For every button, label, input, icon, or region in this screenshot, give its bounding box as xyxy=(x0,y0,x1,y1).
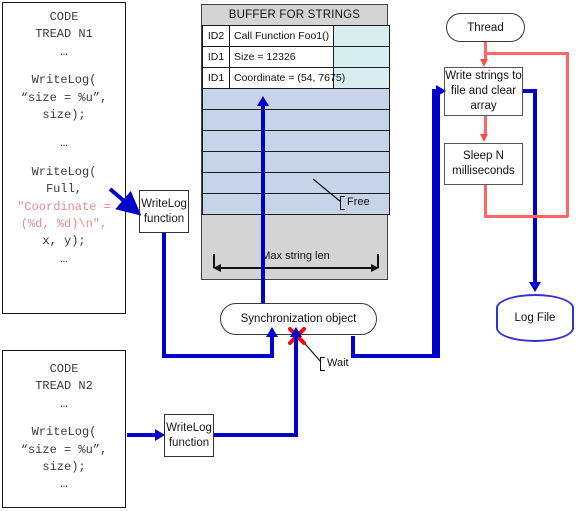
writelog-bottom-line2: function xyxy=(168,436,210,449)
sync-object-label: Synchronization object xyxy=(240,313,357,325)
code-thread1-call2-line2: Full, xyxy=(45,182,82,197)
code-spacer-2 xyxy=(3,124,125,135)
wait-label: Wait xyxy=(327,357,349,369)
buffer-row xyxy=(202,88,390,110)
buffer-row-free-space xyxy=(333,46,390,68)
buffer-row xyxy=(202,109,390,131)
buffer-row-id: ID2 xyxy=(202,25,230,47)
log-file-label: Log File xyxy=(514,312,556,324)
buffer-row-empty xyxy=(202,130,390,152)
writelog-top-line1: WriteLog xyxy=(141,198,187,211)
buffer-row-empty xyxy=(202,151,390,173)
sleep-step-box: Sleep N milliseconds xyxy=(444,143,523,185)
buffer-row xyxy=(202,130,390,152)
buffer-row-empty xyxy=(202,88,390,110)
conn-writelog-bottom-horizontal xyxy=(214,433,298,437)
conn-buffer-write-vertical xyxy=(261,105,265,303)
buffer-row: ID2 Call Function Foo1() xyxy=(202,25,390,47)
conn-write-to-sleep-arrowhead xyxy=(480,134,488,142)
code-thread1-call2-line4: (%d, %d)\n", xyxy=(20,216,108,231)
buffer-row-string: Size = 12326 xyxy=(229,46,334,68)
max-len-rule xyxy=(220,267,372,269)
write-strings-step-box: Write strings to file and clear array xyxy=(444,67,523,116)
code-thread2-ellipsis-1: … xyxy=(60,396,68,411)
code-spacer-1 xyxy=(3,61,125,72)
code-thread1-call1-line2: “size = %u”, xyxy=(20,90,108,105)
conn-code2-horizontal xyxy=(127,433,157,437)
free-callout: Free xyxy=(313,178,375,214)
conn-writelog-bottom-vertical xyxy=(294,336,298,436)
log-file-inner: Log File xyxy=(498,296,572,340)
writelog-bottom-line1: WriteLog xyxy=(166,422,212,435)
buffer-row-id: ID1 xyxy=(202,46,230,68)
conn-writelog-bottom-arrowhead xyxy=(290,327,302,337)
conn-loop-right-vertical xyxy=(566,52,569,217)
code-thread2-call1-line2: “size = %u”, xyxy=(20,442,108,457)
code-thread1-ellipsis-1: … xyxy=(60,44,68,59)
write-strings-line1: Write strings to xyxy=(445,70,522,83)
buffer-row: ID1 Size = 12326 xyxy=(202,46,390,68)
code-thread2-title-line1: CODE xyxy=(49,362,79,376)
conn-sync-left-riser xyxy=(270,336,274,358)
conn-sleep-exit-vertical xyxy=(484,185,487,217)
max-string-len-label: Max string len xyxy=(261,250,330,262)
buffer-row: ID1 Coordinate = (54, 7675) xyxy=(202,67,390,89)
code-thread-1-box: CODE TREAD N1 … WriteLog( “size = %u”, s… xyxy=(2,2,126,314)
conn-logfile-arrowhead xyxy=(529,282,541,292)
wait-bracket xyxy=(320,357,325,371)
buffer-row-id: ID1 xyxy=(202,67,230,89)
code-thread1-call1-line1: WriteLog( xyxy=(31,73,97,88)
code2-spacer-1 xyxy=(3,413,125,424)
thread-start-label: Thread xyxy=(467,21,504,34)
buffer-row-empty xyxy=(202,109,390,131)
code-thread1-title-line1: CODE xyxy=(49,10,79,24)
write-strings-line2: file and clear xyxy=(450,85,517,98)
code-thread1-call2-line1: WriteLog( xyxy=(31,164,97,179)
code-thread2-call1-line3: size); xyxy=(42,459,86,474)
conn-thread-start-arrowhead xyxy=(480,59,488,67)
max-len-left-tick xyxy=(213,254,215,268)
conn-sync-right-horizontal xyxy=(351,354,436,358)
code-thread1-ellipsis-2: … xyxy=(60,136,68,151)
buffer-row-string: Call Function Foo1() xyxy=(229,25,334,47)
code-thread1-call1-line3: size); xyxy=(42,107,86,122)
conn-loop-top-horizontal xyxy=(484,52,568,55)
conn-worker-bottom-right-vertical xyxy=(436,89,440,358)
log-file-node: Log File xyxy=(496,294,574,342)
conn-writelog-top-horizontal xyxy=(162,354,274,358)
code-thread1-call2-line5: x, y); xyxy=(42,234,86,249)
writelog-function-box-bottom: WriteLog function xyxy=(164,414,214,457)
free-label: Free xyxy=(347,196,370,208)
code-thread1-ellipsis-3: … xyxy=(60,251,68,266)
sleep-line1: Sleep N xyxy=(463,150,504,163)
code-thread1-call2-line3: "Coordinate = xyxy=(17,199,111,214)
buffer-row-free-space xyxy=(333,25,390,47)
conn-write-to-sleep-vertical xyxy=(484,116,487,135)
connector-code1-to-writelog xyxy=(108,187,142,216)
writelog-top-line2: function xyxy=(143,212,185,225)
buffer-panel: BUFFER FOR STRINGS ID2 Call Function Foo1… xyxy=(201,4,390,280)
max-len-right-tick xyxy=(377,254,379,268)
code-thread2-title-line2: TREAD N2 xyxy=(35,379,93,394)
code-thread2-call1-line1: WriteLog( xyxy=(31,425,97,440)
conn-code2-arrowhead xyxy=(155,429,165,441)
thread-start-node: Thread xyxy=(446,13,525,42)
conn-sync-left-arrowhead xyxy=(266,327,278,337)
sleep-line2: milliseconds xyxy=(452,165,515,177)
buffer-row xyxy=(202,151,390,173)
conn-logfile-vertical xyxy=(533,89,537,284)
writelog-function-box-top: WriteLog function xyxy=(139,190,189,233)
max-string-len-row: Max string len xyxy=(210,250,381,272)
buffer-row-string: Coordinate = (54, 7675) xyxy=(229,67,345,89)
code-thread1-title-line2: TREAD N1 xyxy=(35,27,93,42)
code-thread-2-box: CODE TREAD N2 … WriteLog( “size = %u”, s… xyxy=(2,350,126,508)
buffer-title: BUFFER FOR STRINGS xyxy=(228,9,361,21)
free-bracket xyxy=(340,196,345,210)
code-thread2-ellipsis-2: … xyxy=(60,477,68,492)
conn-writelog-top-vertical xyxy=(162,233,166,358)
write-strings-line3: array xyxy=(470,99,497,112)
code-spacer-3 xyxy=(3,153,125,164)
conn-loop-bottom-horizontal xyxy=(484,215,568,218)
conn-buffer-write-arrowhead xyxy=(257,96,269,106)
